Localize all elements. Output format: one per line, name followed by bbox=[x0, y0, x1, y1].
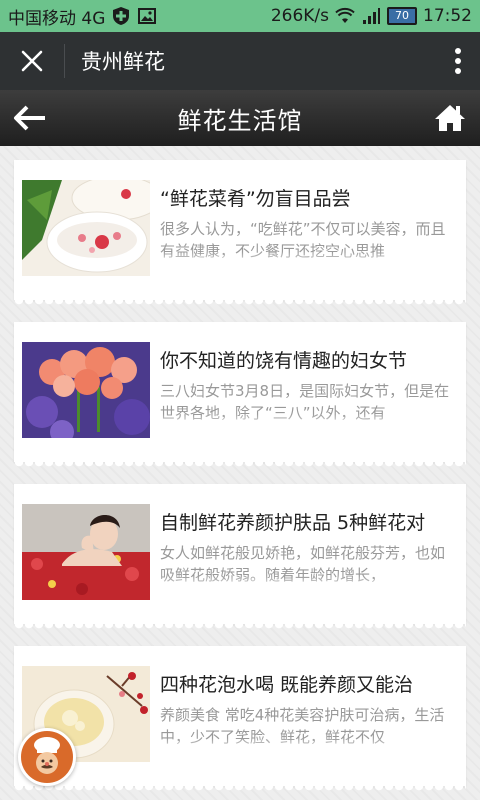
article-list: “鲜花菜肴”勿盲目品尝 很多人认为，“吃鲜花”不仅可以美容，而且有益健康，不少餐… bbox=[0, 146, 480, 800]
article-card-1[interactable]: “鲜花菜肴”勿盲目品尝 很多人认为，“吃鲜花”不仅可以美容，而且有益健康，不少餐… bbox=[14, 160, 466, 306]
more-menu-button[interactable] bbox=[436, 32, 480, 90]
article-thumbnail bbox=[22, 504, 150, 600]
close-icon bbox=[21, 50, 43, 72]
wechat-title-bar: 贵州鲜花 bbox=[0, 32, 480, 90]
article-title: “鲜花菜肴”勿盲目品尝 bbox=[160, 188, 351, 210]
article-title: 四种花泡水喝 既能养颜又能治 bbox=[160, 674, 414, 696]
back-button[interactable] bbox=[10, 98, 50, 138]
chef-icon bbox=[34, 737, 60, 774]
shield-plus-icon bbox=[113, 7, 130, 25]
article-thumbnail bbox=[22, 342, 150, 438]
article-title: 自制鲜花养颜护肤品 5种鲜花对 bbox=[160, 512, 426, 534]
article-title: 你不知道的饶有情趣的妇女节 bbox=[160, 350, 408, 372]
page-title: 鲜花生活馆 bbox=[177, 106, 303, 135]
clock: 17:52 bbox=[423, 6, 472, 26]
status-bar: 中国移动 4G 266K/s 70 17:52 bbox=[0, 0, 480, 32]
more-vertical-icon bbox=[455, 48, 461, 74]
wifi-icon bbox=[335, 7, 355, 23]
divider bbox=[64, 44, 65, 78]
article-thumbnail bbox=[22, 180, 150, 276]
signal-icon bbox=[363, 8, 380, 24]
back-arrow-icon bbox=[14, 105, 45, 131]
carrier-label: 中国移动 4G bbox=[8, 8, 106, 29]
home-icon bbox=[435, 105, 465, 131]
article-card-3[interactable]: 自制鲜花养颜护肤品 5种鲜花对 女人如鲜花般见娇艳，如鲜花般芬芳，也如吸鲜花般娇… bbox=[14, 484, 466, 630]
battery-indicator: 70 bbox=[387, 7, 417, 25]
image-icon bbox=[138, 8, 157, 24]
network-speed: 266K/s bbox=[270, 6, 329, 26]
article-card-4[interactable]: 四种花泡水喝 既能养颜又能治 养颜美食 常吃4种花美容护肤可治病，生活中，少不了… bbox=[14, 646, 466, 792]
close-button[interactable] bbox=[0, 32, 64, 90]
home-button[interactable] bbox=[430, 98, 470, 138]
page-header: 鲜花生活馆 bbox=[0, 90, 480, 146]
article-card-2[interactable]: 你不知道的饶有情趣的妇女节 三八妇女节3月8日，是国际妇女节，但是在世界各地，除… bbox=[14, 322, 466, 468]
chef-avatar-button[interactable] bbox=[18, 728, 76, 786]
wechat-page-title: 贵州鲜花 bbox=[81, 50, 165, 74]
